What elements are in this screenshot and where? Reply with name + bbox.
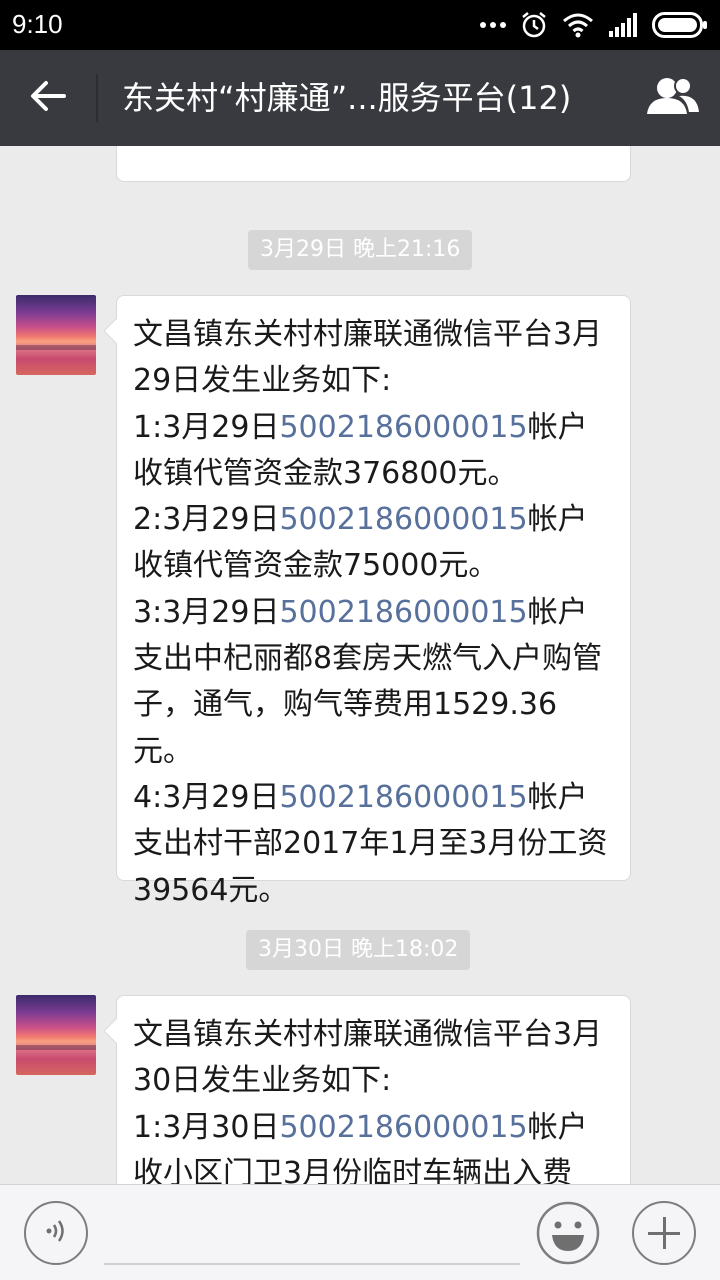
avatar[interactable] — [16, 295, 96, 375]
wifi-icon — [562, 12, 594, 38]
message-line-prefix: 1:3月30日 — [133, 1109, 280, 1145]
alarm-icon — [520, 11, 548, 39]
emoji-icon — [536, 1201, 600, 1269]
chat-title: 东关村“村廉通”...服务平台(12) — [122, 79, 572, 117]
voice-input-button[interactable] — [24, 1201, 88, 1265]
back-arrow-icon — [30, 80, 66, 116]
status-icons — [480, 10, 708, 40]
message-timestamp: 3月29日 晚上21:16 — [248, 230, 473, 270]
back-button[interactable] — [18, 68, 78, 128]
input-bar — [0, 1184, 720, 1280]
battery-icon — [652, 12, 708, 38]
more-actions-button[interactable] — [632, 1201, 696, 1265]
avatar[interactable] — [16, 995, 96, 1075]
message-bubble-previous[interactable]: 元。 — [116, 146, 631, 182]
emoji-button[interactable] — [536, 1201, 600, 1265]
status-time: 9:10 — [12, 9, 63, 39]
chat-area[interactable]: 元。 3月29日 晚上21:16 文昌镇东关村村廉联通微信平台3月29日发生业务… — [0, 146, 720, 1184]
message-line: 文昌镇东关村村廉联通微信平台3月29日发生业务如下: — [133, 317, 603, 399]
message-line-prefix: 3:3月29日 — [133, 594, 280, 630]
account-number-link[interactable]: 5002186000015 — [279, 1110, 527, 1145]
message-line: 文昌镇东关村村廉联通微信平台3月30日发生业务如下: — [133, 1017, 603, 1099]
message-line-prefix: 1:3月29日 — [133, 409, 280, 445]
title-bar: 东关村“村廉通”...服务平台(12) — [0, 50, 720, 146]
message-bubble[interactable]: 文昌镇东关村村廉联通微信平台3月29日发生业务如下: 1:3月29日500218… — [103, 295, 631, 908]
more-dots-icon — [480, 21, 506, 29]
message-timestamp: 3月30日 晚上18:02 — [246, 930, 471, 970]
group-members-button[interactable] — [640, 68, 706, 128]
message-input[interactable] — [104, 1263, 520, 1265]
account-number-link[interactable]: 5002186000015 — [279, 780, 527, 815]
message-bubble[interactable]: 文昌镇东关村村廉联通微信平台3月30日发生业务如下: 1:3月30日500218… — [103, 995, 631, 1184]
message-line-prefix: 2:3月29日 — [133, 502, 280, 538]
message-line-prefix: 4:3月29日 — [133, 779, 280, 815]
voice-input-icon — [41, 1216, 71, 1250]
account-number-link[interactable]: 5002186000015 — [279, 410, 527, 445]
bubble-tail — [103, 318, 129, 344]
status-bar: 9:10 — [0, 0, 720, 50]
group-members-icon — [645, 76, 701, 120]
account-number-link[interactable]: 5002186000015 — [279, 502, 527, 537]
bubble-tail — [103, 1018, 129, 1044]
account-number-link[interactable]: 5002186000015 — [279, 595, 527, 630]
title-divider — [96, 74, 98, 122]
signal-icon — [608, 13, 638, 37]
